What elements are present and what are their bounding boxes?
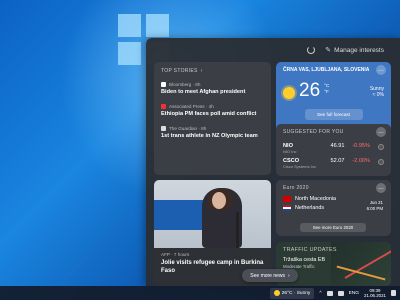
- chevron-up-icon[interactable]: ^: [319, 291, 321, 296]
- story-source: The Guardian · 8h: [169, 125, 207, 131]
- chevron-right-icon: ›: [288, 272, 290, 279]
- story-source: Bloomberg · 8h: [169, 82, 201, 87]
- stock-logo-icon: [378, 144, 384, 150]
- top-stories-header: TOP STORIES ›: [161, 68, 203, 74]
- story-title[interactable]: Biden to meet Afghan president: [161, 89, 264, 96]
- more-options-icon[interactable]: …: [376, 65, 386, 75]
- finance-header: SUGGESTED FOR YOU: [283, 129, 344, 135]
- taskbar: 26°C · Sunny ^ ENG 09:39 21.06.2021: [0, 286, 400, 300]
- netherlands-flag-icon: [283, 205, 291, 211]
- top-stories-card[interactable]: TOP STORIES › Bloomberg · 8h Biden to me…: [154, 62, 271, 175]
- stock-price: 52.07: [330, 158, 345, 164]
- north-macedonia-flag-icon: [283, 196, 291, 202]
- taskbar-weather-button[interactable]: 26°C · Sunny: [269, 287, 315, 299]
- stock-logo-icon: [378, 159, 384, 165]
- bloomberg-icon: [161, 82, 166, 87]
- stock-row[interactable]: NIO NIO Inc 46.91 -0.95%: [283, 143, 384, 154]
- clock-date: 21.06.2021: [364, 293, 386, 298]
- manage-interests-button[interactable]: ✎ Manage interests: [325, 46, 384, 55]
- stock-row[interactable]: CSCO Cisco Systems Inc 52.07 -2.00%: [283, 158, 384, 169]
- story-image: [154, 180, 271, 248]
- ap-icon: [161, 103, 166, 109]
- sun-icon: [273, 290, 280, 296]
- story-source: AFP · 7 hours: [161, 252, 190, 257]
- stock-name: NIO Inc: [283, 149, 297, 154]
- team-name: Netherlands: [295, 205, 325, 211]
- stock-change: -2.00%: [352, 158, 371, 164]
- volume-icon[interactable]: [337, 290, 344, 296]
- see-full-forecast-button[interactable]: See full forecast: [304, 109, 363, 120]
- manage-interests-label: Manage interests: [334, 46, 384, 54]
- more-options-icon[interactable]: …: [376, 183, 386, 193]
- notification-icon[interactable]: [391, 290, 396, 296]
- more-options-icon[interactable]: …: [376, 127, 386, 137]
- traffic-road: Tržaška cesta EB: [283, 257, 326, 264]
- panel-header: ✎ Manage interests: [146, 38, 400, 62]
- stock-price: 46.91: [330, 143, 345, 149]
- microphone-icon: [236, 212, 239, 248]
- story-item[interactable]: Associated Press · 4h Ethiopia PM faces …: [161, 103, 264, 118]
- team-name: North Macedonia: [295, 196, 337, 202]
- refresh-icon[interactable]: [307, 46, 316, 54]
- taskbar-clock[interactable]: 09:39 21.06.2021: [364, 288, 386, 298]
- chevron-right-icon: ›: [200, 68, 203, 74]
- language-indicator[interactable]: ENG: [349, 291, 359, 296]
- story-title[interactable]: Ethiopia PM faces poll amid conflict: [161, 111, 264, 118]
- stock-name: Cisco Systems Inc: [283, 164, 316, 169]
- see-more-euro-button[interactable]: See more Euro 2020: [300, 223, 366, 232]
- euro-2020-card[interactable]: Euro 2020 … North Macedonia Netherlands …: [276, 180, 391, 236]
- stock-change: -0.95%: [352, 143, 371, 149]
- pencil-icon: ✎: [325, 47, 332, 54]
- weather-location: ČRNA VAS, LJUBLJANA, SLOVENIA: [283, 67, 370, 73]
- traffic-header: TRAFFIC UPDATES: [283, 247, 337, 253]
- match-time: 6:00 PM: [366, 206, 383, 212]
- match-date: Jun 21: [369, 200, 383, 205]
- fahrenheit-unit[interactable]: °F: [324, 89, 329, 94]
- taskbar-weather-text: 26°C · Sunny: [281, 290, 311, 296]
- see-more-news-button[interactable]: See more news ›: [242, 269, 298, 282]
- weather-temperature: 26: [299, 80, 321, 101]
- euro-header: Euro 2020: [283, 185, 309, 191]
- guardian-icon: [161, 125, 166, 131]
- story-item[interactable]: The Guardian · 8h 1st trans athlete in N…: [161, 125, 264, 140]
- finance-card[interactable]: SUGGESTED FOR YOU … NIO NIO Inc 46.91 -0.…: [276, 124, 391, 176]
- celsius-unit[interactable]: °C: [324, 83, 329, 88]
- story-title[interactable]: 1st trans athlete in NZ Olympic team: [161, 133, 264, 140]
- sun-icon: [283, 87, 295, 99]
- network-icon[interactable]: [326, 290, 333, 296]
- story-item[interactable]: Bloomberg · 8h Biden to meet Afghan pres…: [161, 82, 264, 96]
- news-and-interests-panel: ✎ Manage interests TOP STORIES › Bloombe…: [146, 38, 400, 286]
- weather-details: ≈ 0%: [372, 92, 384, 98]
- story-source: Associated Press · 4h: [169, 103, 214, 109]
